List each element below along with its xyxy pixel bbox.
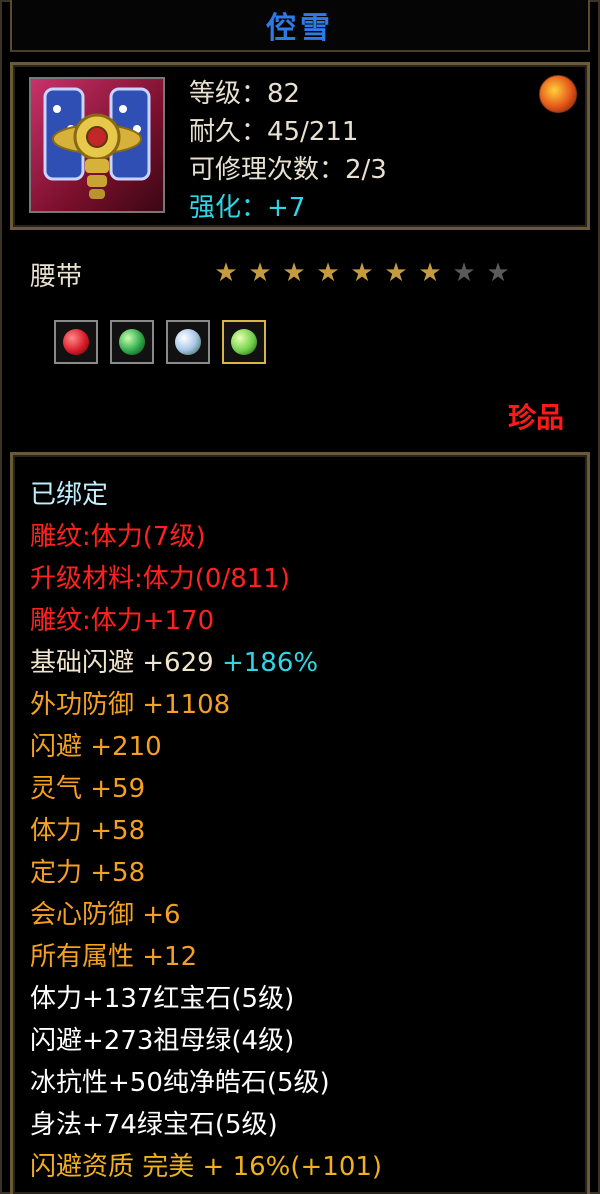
star-icon: ★	[350, 258, 374, 288]
rarity-label: 珍品	[507, 401, 564, 434]
item-title: 倥雪	[266, 11, 334, 46]
all-attributes-line: 所有属性 +12	[30, 942, 198, 972]
base-dodge-percent: +186%	[221, 648, 319, 678]
engrave-bonus-line: 雕纹:体力+170	[30, 606, 215, 636]
dodge-quality-line: 闪避资质 完美 + 16%(+101)	[30, 1152, 383, 1182]
gem-bonus-line: 体力+137红宝石(5级)	[30, 984, 295, 1014]
gem-bonus-line: 身法+74绿宝石(5级)	[30, 1110, 278, 1140]
star-empty-icon: ★	[452, 258, 476, 288]
item-stats: 等级：82 耐久：45/211 可修理次数：2/3 强化：+7	[189, 75, 387, 227]
dodge-line: 闪避 +210	[30, 732, 162, 762]
star-rating: ★ ★ ★ ★ ★ ★ ★ ★ ★	[212, 260, 512, 286]
item-type: 腰带	[30, 262, 83, 292]
star-icon: ★	[248, 258, 272, 288]
diamond-gem-icon[interactable]	[166, 320, 210, 364]
enhance-text: 强化：+7	[189, 193, 306, 223]
title-bar: 倥雪	[10, 0, 590, 52]
durability-text: 耐久：45/211	[189, 117, 359, 147]
base-dodge-value: 基础闪避 +629	[30, 648, 214, 678]
emerald-gem-icon[interactable]	[110, 320, 154, 364]
bound-status: 已绑定	[30, 480, 109, 510]
engrave-line: 雕纹:体力(7级)	[30, 522, 206, 552]
level-text: 等级：82	[189, 79, 301, 109]
star-empty-icon: ★	[486, 258, 510, 288]
ruby-gem-icon[interactable]	[54, 320, 98, 364]
green-gem-icon[interactable]	[222, 320, 266, 364]
crit-defense-line: 会心防御 +6	[30, 900, 181, 930]
upgrade-material-line: 升级材料:体力(0/811)	[30, 564, 290, 594]
outer-defense-line: 外功防御 +1108	[30, 690, 231, 720]
gem-bonus-line: 冰抗性+50纯净皓石(5级)	[30, 1068, 330, 1098]
repair-count-text: 可修理次数：2/3	[189, 155, 387, 185]
belt-icon	[29, 77, 165, 213]
star-icon: ★	[316, 258, 340, 288]
fire-badge-icon	[539, 75, 577, 113]
star-icon: ★	[418, 258, 442, 288]
spirit-line: 灵气 +59	[30, 774, 146, 804]
base-dodge-line: 基础闪避 +629 +186%	[30, 642, 382, 684]
property-list: 已绑定 雕纹:体力(7级) 升级材料:体力(0/811) 雕纹:体力+170 基…	[30, 474, 382, 1188]
star-icon: ★	[214, 258, 238, 288]
star-icon: ★	[282, 258, 306, 288]
focus-line: 定力 +58	[30, 858, 146, 888]
gem-bonus-line: 闪避+273祖母绿(4级)	[30, 1026, 295, 1056]
star-icon: ★	[384, 258, 408, 288]
item-header-panel: 等级：82 耐久：45/211 可修理次数：2/3 强化：+7	[10, 62, 590, 230]
gem-sockets	[54, 320, 266, 364]
stamina-line: 体力 +58	[30, 816, 146, 846]
